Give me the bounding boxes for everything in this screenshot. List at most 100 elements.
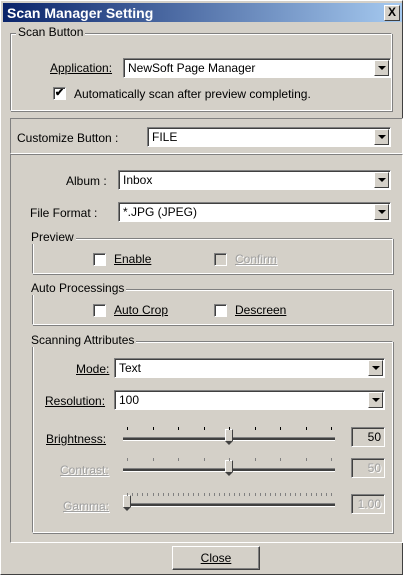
slider-tick xyxy=(270,493,271,496)
slider-tick xyxy=(147,493,148,496)
scan-manager-window: Scan Manager Setting X Scan Button Appli… xyxy=(0,0,403,575)
brightness-slider[interactable] xyxy=(123,425,335,447)
resolution-dropdown[interactable]: 100 xyxy=(114,390,385,410)
slider-tick xyxy=(295,493,296,496)
chevron-down-icon[interactable] xyxy=(368,392,383,408)
customize-button-label: Customize Button : xyxy=(17,131,119,145)
slider-tick xyxy=(137,493,138,496)
album-value: Inbox xyxy=(123,173,153,187)
slider-tick xyxy=(183,493,184,496)
auto-crop-checkbox[interactable] xyxy=(93,304,106,317)
scanning-attributes-group-label: Scanning Attributes xyxy=(29,333,137,347)
slider-tick xyxy=(331,458,332,461)
enable-checkbox[interactable] xyxy=(93,253,106,266)
slider-tick xyxy=(255,458,256,461)
slider-tick xyxy=(290,493,291,496)
brightness-slider-thumb[interactable] xyxy=(225,429,233,445)
close-button[interactable]: Close xyxy=(172,546,260,570)
auto-processings-group-label: Auto Processings xyxy=(29,281,127,295)
slider-tick xyxy=(255,427,256,430)
contrast-value: 50 xyxy=(351,458,385,478)
gamma-label: Gamma: xyxy=(63,499,110,513)
slider-tick xyxy=(280,493,281,496)
slider-tick xyxy=(153,458,154,461)
slider-tick xyxy=(219,493,220,496)
chevron-down-icon[interactable] xyxy=(374,60,389,76)
close-button-label: Close xyxy=(200,551,232,565)
slider-tick xyxy=(204,427,205,430)
slider-tick xyxy=(316,493,317,496)
slider-tick xyxy=(229,427,230,430)
slider-tick xyxy=(280,458,281,461)
slider-tick xyxy=(331,427,332,430)
contrast-slider xyxy=(123,456,335,478)
file-format-dropdown[interactable]: *.JPG (JPEG) xyxy=(118,202,391,222)
slider-tick xyxy=(214,493,215,496)
chevron-down-icon[interactable] xyxy=(374,204,389,220)
application-label: Application: xyxy=(50,61,112,75)
slider-tick xyxy=(311,493,312,496)
application-value: NewSoft Page Manager xyxy=(128,61,256,75)
resolution-value: 100 xyxy=(119,393,140,407)
close-window-button[interactable]: X xyxy=(384,5,400,21)
slider-tick xyxy=(326,493,327,496)
chevron-down-icon[interactable] xyxy=(368,360,383,376)
scan-button-group-label: Scan Button xyxy=(16,25,86,39)
slider-tick xyxy=(198,493,199,496)
mode-value: Text xyxy=(119,361,142,375)
chevron-down-icon[interactable] xyxy=(374,172,389,188)
slider-tick xyxy=(331,493,332,496)
mode-dropdown[interactable]: Text xyxy=(114,358,385,378)
contrast-slider-thumb xyxy=(225,460,233,476)
slider-tick xyxy=(163,493,164,496)
application-dropdown[interactable]: NewSoft Page Manager xyxy=(123,58,391,78)
slider-tick xyxy=(204,493,205,496)
confirm-label: Confirm xyxy=(235,252,278,266)
slider-tick xyxy=(255,493,256,496)
slider-tick xyxy=(173,493,174,496)
slider-tick xyxy=(178,427,179,430)
chevron-down-icon[interactable] xyxy=(374,129,389,145)
slider-tick xyxy=(188,493,189,496)
customize-button-value: FILE xyxy=(152,130,178,144)
slider-tick xyxy=(153,427,154,430)
title-bar[interactable]: Scan Manager Setting X xyxy=(3,3,402,22)
slider-tick xyxy=(224,493,225,496)
auto-scan-label: Automatically scan after preview complet… xyxy=(74,87,311,101)
slider-tick xyxy=(234,493,235,496)
slider-tick xyxy=(127,493,128,496)
slider-tick xyxy=(204,458,205,461)
slider-tick xyxy=(285,493,286,496)
brightness-value: 50 xyxy=(351,427,385,447)
slider-tick xyxy=(239,493,240,496)
slider-tick xyxy=(127,458,128,461)
gamma-slider xyxy=(123,491,335,513)
gamma-slider-thumb xyxy=(123,495,131,511)
slider-tick xyxy=(209,493,210,496)
slider-tick xyxy=(260,493,261,496)
album-dropdown[interactable]: Inbox xyxy=(118,170,391,190)
auto-scan-checkbox[interactable]: ✔ xyxy=(53,87,66,100)
slider-tick xyxy=(321,493,322,496)
descreen-checkbox[interactable] xyxy=(214,304,227,317)
customize-button-dropdown[interactable]: FILE xyxy=(147,127,391,147)
confirm-checkbox xyxy=(214,253,227,266)
slider-tick xyxy=(153,493,154,496)
slider-tick xyxy=(178,493,179,496)
mode-label: Mode: xyxy=(76,362,110,376)
file-format-value: *.JPG (JPEG) xyxy=(123,205,198,219)
enable-label: Enable xyxy=(114,252,152,266)
preview-group-label: Preview xyxy=(29,230,76,244)
album-label: Album : xyxy=(66,174,107,188)
slider-tick xyxy=(158,493,159,496)
slider-tick xyxy=(306,493,307,496)
slider-tick xyxy=(300,493,301,496)
slider-tick xyxy=(132,493,133,496)
resolution-label: Resolution: xyxy=(45,394,106,408)
slider-tick xyxy=(244,493,245,496)
slider-tick xyxy=(306,427,307,430)
slider-tick xyxy=(178,458,179,461)
gamma-value: 1.00 xyxy=(351,494,385,514)
slider-tick xyxy=(168,493,169,496)
slider-tick xyxy=(306,458,307,461)
